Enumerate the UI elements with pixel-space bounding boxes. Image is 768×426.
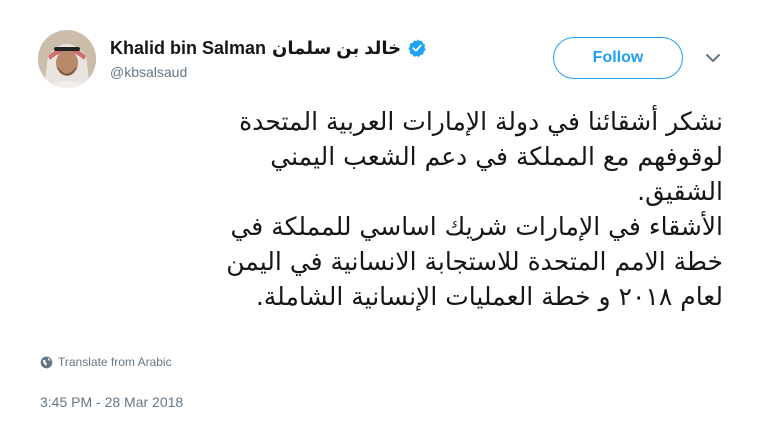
tweet-text-line: لوقوفهم مع المملكة في دعم الشعب اليمني [270, 142, 723, 171]
chevron-down-icon[interactable] [705, 52, 721, 64]
follow-button[interactable]: Follow [553, 37, 683, 79]
tweet-text-line: لعام ٢٠١٨ و خطة العمليات الإنسانية الشام… [255, 282, 723, 311]
author-display-name[interactable]: Khalid bin Salman [110, 38, 266, 59]
tweet-text-line: الأشقاء في الإمارات شريك اساسي للمملكة ف… [230, 212, 723, 241]
avatar-photo-icon [38, 30, 96, 88]
tweet-text-line: خطة الامم المتحدة للاستجابة الانسانية في… [226, 247, 723, 276]
tweet-timestamp[interactable]: 3:45 PM - 28 Mar 2018 [40, 394, 183, 410]
tweet-text-line: نشكر أشقائنا في دولة الإمارات العربية ال… [239, 107, 723, 136]
tweet-text: نشكر أشقائنا في دولة الإمارات العربية ال… [33, 104, 723, 314]
translate-link[interactable]: Translate from Arabic [40, 355, 172, 369]
globe-icon [40, 356, 53, 368]
tweet-card: Khalid bin Salman خالد بن سلمان @kbsalsa… [0, 0, 768, 426]
author-display-name-arabic[interactable]: خالد بن سلمان [272, 38, 401, 59]
avatar[interactable] [38, 30, 96, 88]
translate-label[interactable]: Translate from Arabic [58, 355, 172, 369]
tweet-text-line: الشقيق. [637, 177, 723, 206]
author-handle[interactable]: @kbsalsaud [110, 64, 187, 80]
author-name-row[interactable]: Khalid bin Salman خالد بن سلمان [110, 36, 427, 60]
verified-badge-icon [407, 38, 427, 58]
